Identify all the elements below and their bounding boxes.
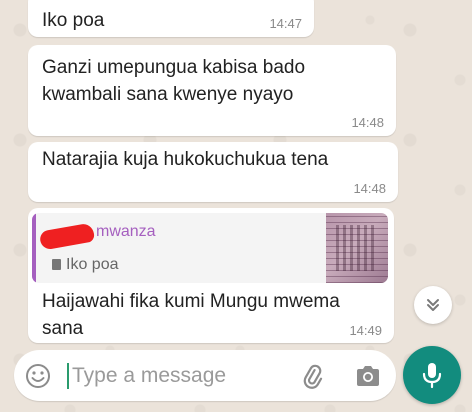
quoted-text-row: Iko poa [52,256,118,274]
camera-icon[interactable] [354,363,382,389]
message-text: Ganzi umepungua kabisa bado kwambali san… [42,57,306,105]
message-time: 14:48 [353,181,386,196]
message-bubble[interactable]: Ganzi umepungua kabisa bado kwambali san… [28,45,396,136]
message-text: Iko poa [42,10,105,31]
message-time: 14:47 [269,16,302,31]
message-text: Haijawahi fika kumi Mungu mwema sana [42,291,340,339]
message-composer [14,350,396,401]
message-time: 14:49 [349,323,382,338]
quoted-image-thumbnail[interactable] [326,213,388,283]
microphone-icon [422,363,442,389]
redacted-name-mark [38,222,96,251]
document-icon [52,259,61,270]
quoted-author: mwanza [96,223,156,240]
quoted-message[interactable]: mwanza Iko poa [32,213,388,283]
message-time: 14:48 [351,115,384,130]
message-text: Natarajia kuja hukokuchukua tena [42,149,329,170]
emoji-icon[interactable] [25,363,51,389]
double-chevron-down-icon [427,299,439,311]
paperclip-icon[interactable] [298,362,326,390]
quoted-text: Iko poa [66,256,119,273]
text-caret [67,363,69,389]
voice-record-button[interactable] [403,346,461,404]
message-bubble[interactable]: Iko poa 14:47 [28,0,314,37]
message-bubble[interactable]: Natarajia kuja hukokuchukua tena 14:48 [28,142,398,202]
message-bubble-with-reply[interactable]: mwanza Iko poa Haijawahi fika kumi Mungu… [28,208,394,343]
scroll-to-bottom-button[interactable] [414,286,452,324]
message-input[interactable] [72,360,292,392]
quote-accent-bar [32,213,36,283]
